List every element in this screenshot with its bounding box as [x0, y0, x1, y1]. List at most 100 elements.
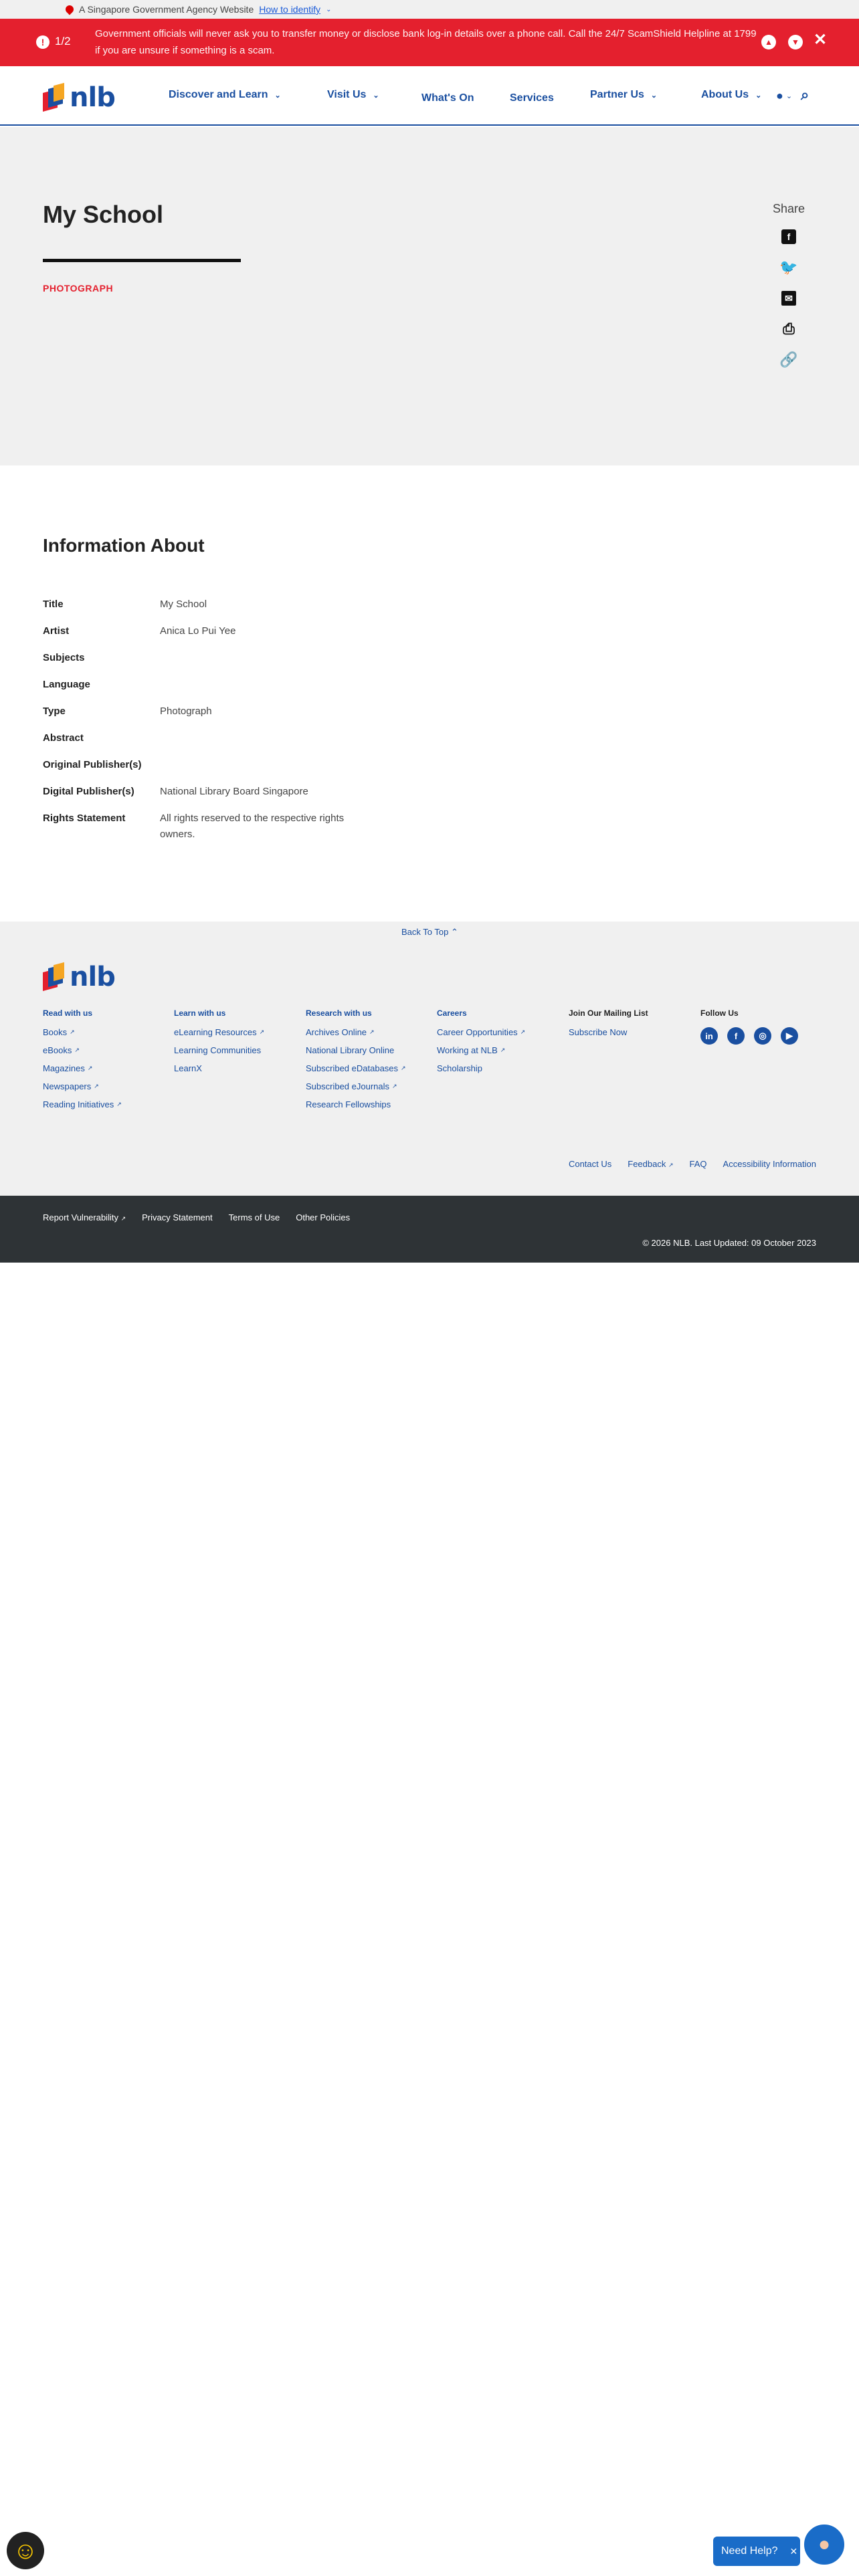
external-link-icon: ↗ [94, 1083, 99, 1089]
footer-link-subscribed-edatabases[interactable]: Subscribed eDatabases ↗ [306, 1063, 406, 1073]
info-value: Anica Lo Pui Yee [160, 625, 236, 637]
external-link-icon: ↗ [401, 1065, 406, 1071]
footer-link-working-at-nlb[interactable]: Working at NLB ↗ [437, 1045, 525, 1055]
footer-link-research-fellowships[interactable]: Research Fellowships [306, 1099, 406, 1109]
copyright-text: © 2026 NLB. Last Updated: 09 October 202… [642, 1238, 816, 1248]
footer-link-national-library-online[interactable]: National Library Online [306, 1045, 406, 1055]
nav-partner-us[interactable]: Partner Us ⌄ [590, 89, 657, 101]
info-row-original-publisher: Original Publisher(s) [43, 757, 511, 784]
facebook-icon[interactable]: f [781, 229, 796, 244]
close-icon[interactable]: ✕ [790, 2546, 798, 2557]
info-row-artist: Artist Anica Lo Pui Yee [43, 623, 511, 650]
footer-link-archives-online[interactable]: Archives Online ↗ [306, 1027, 406, 1037]
user-account-button[interactable]: ● ⌄ [776, 89, 792, 103]
nlb-logo-mark-icon [43, 962, 66, 991]
how-to-identify-link[interactable]: How to identify [259, 4, 320, 15]
footer-link-magazines[interactable]: Magazines ↗ [43, 1063, 122, 1073]
nav-label: Partner Us [590, 89, 644, 100]
info-row-rights-statement: Rights Statement All rights reserved to t… [43, 811, 511, 843]
chevron-down-icon[interactable]: ⌄ [326, 6, 331, 13]
alert-close-button[interactable]: ✕ [813, 31, 828, 49]
footer-col-title: Careers [437, 1008, 467, 1018]
email-icon[interactable]: ✉ [781, 291, 796, 306]
youtube-icon[interactable]: ▶ [781, 1027, 798, 1045]
external-link-icon: ↗ [259, 1029, 265, 1035]
alert-previous-button[interactable]: ▲ [761, 35, 776, 49]
nav-whats-on[interactable]: What's On [421, 92, 474, 104]
nav-label: About Us [701, 89, 749, 100]
site-header: nlb Discover and Learn ⌄ Visit Us ⌄ What's… [0, 66, 859, 126]
footer-link-learnx[interactable]: LearnX [174, 1063, 264, 1073]
accessibility-information-link[interactable]: Accessibility Information [723, 1159, 816, 1169]
link-label: Subscribe Now [569, 1027, 628, 1037]
footer-col-title: Join Our Mailing List [569, 1008, 648, 1018]
report-vulnerability-link[interactable]: Report Vulnerability ↗ [43, 1212, 126, 1222]
instagram-icon[interactable]: ◎ [754, 1027, 771, 1045]
link-label: Career Opportunities [437, 1027, 518, 1037]
feedback-link[interactable]: Feedback ↗ [628, 1159, 673, 1169]
print-icon[interactable]: ⎙ [781, 320, 796, 337]
footer-nlb-logo[interactable]: nlb [43, 962, 116, 992]
need-help-label: Need Help? [721, 2545, 778, 2557]
link-label: Report Vulnerability [43, 1212, 118, 1222]
info-row-subjects: Subjects [43, 650, 511, 677]
facebook-icon[interactable]: f [727, 1027, 745, 1045]
other-policies-link[interactable]: Other Policies [296, 1212, 350, 1222]
masthead-text: A Singapore Government Agency Website [79, 4, 254, 15]
link-label: Reading Initiatives [43, 1099, 114, 1109]
nav-about-us[interactable]: About Us ⌄ [701, 89, 761, 101]
info-value: My School [160, 599, 207, 610]
title-underline [43, 259, 241, 262]
footer-col-read: Read with us Books ↗ eBooks ↗ Magazines ↗ N… [43, 1008, 122, 1117]
info-row-abstract: Abstract [43, 730, 511, 757]
nlb-logo[interactable]: nlb [43, 82, 116, 113]
chat-assistant-avatar[interactable]: ● [802, 2523, 846, 2567]
nlb-logo-wordmark: nlb [70, 82, 116, 113]
footer-link-ebooks[interactable]: eBooks ↗ [43, 1045, 122, 1055]
footer-col-follow-us: Follow Us in f ◎ ▶ [700, 1008, 798, 1045]
info-row-language: Language [43, 677, 511, 704]
site-footer: Back To Top ⌃ nlb Read with us Books ↗ eB… [0, 922, 859, 1196]
footer-link-subscribe-now[interactable]: Subscribe Now [569, 1027, 648, 1037]
search-icon[interactable]: ⌕ [801, 86, 809, 104]
twitter-icon[interactable]: 🐦 [779, 259, 797, 276]
share-panel: Share f 🐦 ✉ ⎙ 🔗 [765, 202, 812, 383]
nav-discover-and-learn[interactable]: Discover and Learn ⌄ [169, 89, 281, 101]
nav-visit-us[interactable]: Visit Us ⌄ [327, 89, 379, 101]
nav-label: Visit Us [327, 89, 367, 100]
chevron-down-icon: ⌄ [274, 91, 281, 100]
contact-us-link[interactable]: Contact Us [569, 1159, 611, 1169]
link-label: Learning Communities [174, 1045, 262, 1055]
footer-link-elearning-resources[interactable]: eLearning Resources ↗ [174, 1027, 264, 1037]
info-row-digital-publisher: Digital Publisher(s) National Library Boa… [43, 784, 511, 811]
faq-link[interactable]: FAQ [690, 1159, 707, 1169]
back-to-top-link[interactable]: Back To Top ⌃ [401, 927, 458, 938]
footer-link-scholarship[interactable]: Scholarship [437, 1063, 525, 1073]
info-value [160, 650, 374, 677]
link-label: Working at NLB [437, 1045, 498, 1055]
footer-link-career-opportunities[interactable]: Career Opportunities ↗ [437, 1027, 525, 1037]
feedback-smiley-button[interactable]: ☺ [7, 2532, 44, 2569]
link-label: Scholarship [437, 1063, 482, 1073]
copy-link-icon[interactable]: 🔗 [779, 351, 797, 368]
link-label: eBooks [43, 1045, 72, 1055]
info-value: All rights reserved to the respective ri… [160, 813, 345, 840]
need-help-button[interactable]: Need Help? ✕ [713, 2537, 800, 2566]
alert-message: Government officials will never ask you … [95, 28, 757, 56]
link-label: Subscribed eDatabases [306, 1063, 399, 1073]
external-link-icon: ↗ [500, 1047, 506, 1053]
share-label: Share [772, 202, 805, 215]
privacy-statement-link[interactable]: Privacy Statement [142, 1212, 213, 1222]
footer-link-books[interactable]: Books ↗ [43, 1027, 122, 1037]
external-link-icon: ↗ [668, 1162, 674, 1168]
footer-link-learning-communities[interactable]: Learning Communities [174, 1045, 264, 1055]
assistant-avatar-icon: ● [818, 2533, 831, 2555]
alert-next-button[interactable]: ▼ [788, 35, 803, 49]
footer-utility-links: Contact Us Feedback ↗ FAQ Accessibility … [569, 1159, 816, 1169]
footer-link-reading-initiatives[interactable]: Reading Initiatives ↗ [43, 1099, 122, 1109]
terms-of-use-link[interactable]: Terms of Use [229, 1212, 280, 1222]
nav-services[interactable]: Services [510, 92, 554, 104]
linkedin-icon[interactable]: in [700, 1027, 718, 1045]
footer-link-subscribed-ejournals[interactable]: Subscribed eJournals ↗ [306, 1081, 406, 1091]
footer-link-newspapers[interactable]: Newspapers ↗ [43, 1081, 122, 1091]
